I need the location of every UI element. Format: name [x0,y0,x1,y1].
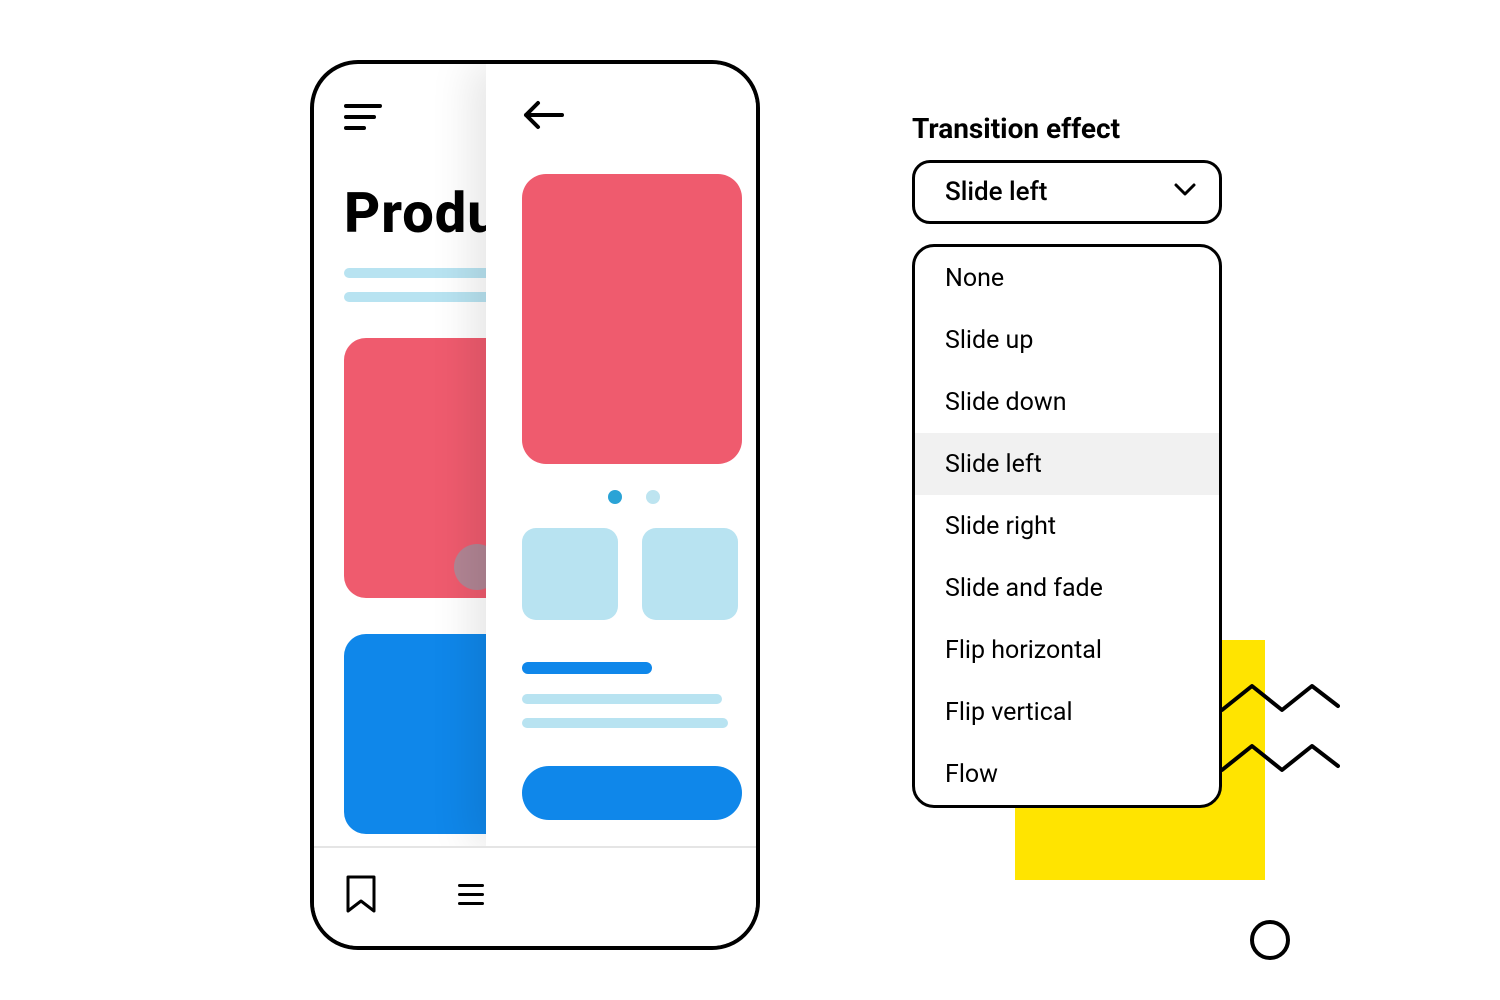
transition-select-value: Slide left [945,177,1047,207]
bookmark-icon[interactable] [344,874,378,914]
transition-option[interactable]: Slide and fade [915,557,1219,619]
thumbnail-row [522,528,742,620]
menu-icon[interactable] [344,104,382,130]
back-arrow-icon[interactable] [522,100,742,130]
transition-option[interactable]: Flip horizontal [915,619,1219,681]
transition-option[interactable]: Slide down [915,371,1219,433]
carousel-dots [608,490,742,504]
decoration-circle [1250,920,1290,960]
heading-placeholder [522,662,652,674]
placeholder-line [522,694,722,704]
carousel-dot[interactable] [646,490,660,504]
front-screen [486,64,756,846]
transition-select[interactable]: Slide left [912,160,1222,224]
thumbnail[interactable] [642,528,738,620]
panel-label: Transition effect [912,112,1120,145]
primary-button[interactable] [522,766,742,820]
menu-icon[interactable] [458,884,484,905]
transition-option[interactable]: Slide right [915,495,1219,557]
transition-dropdown[interactable]: NoneSlide upSlide downSlide leftSlide ri… [912,244,1222,808]
transition-option[interactable]: Slide up [915,309,1219,371]
phone-mockup: Produ [310,60,760,950]
placeholder-line [522,718,728,728]
hero-image[interactable] [522,174,742,464]
tab-bar [314,846,756,946]
decoration-zigzag [1220,680,1340,716]
transition-option[interactable]: Slide left [915,433,1219,495]
decoration-zigzag [1220,740,1340,776]
transition-option[interactable]: Flow [915,743,1219,805]
transition-option[interactable]: Flip vertical [915,681,1219,743]
transition-option[interactable]: None [915,247,1219,309]
carousel-dot-active[interactable] [608,490,622,504]
chevron-down-icon [1173,182,1197,202]
thumbnail[interactable] [522,528,618,620]
